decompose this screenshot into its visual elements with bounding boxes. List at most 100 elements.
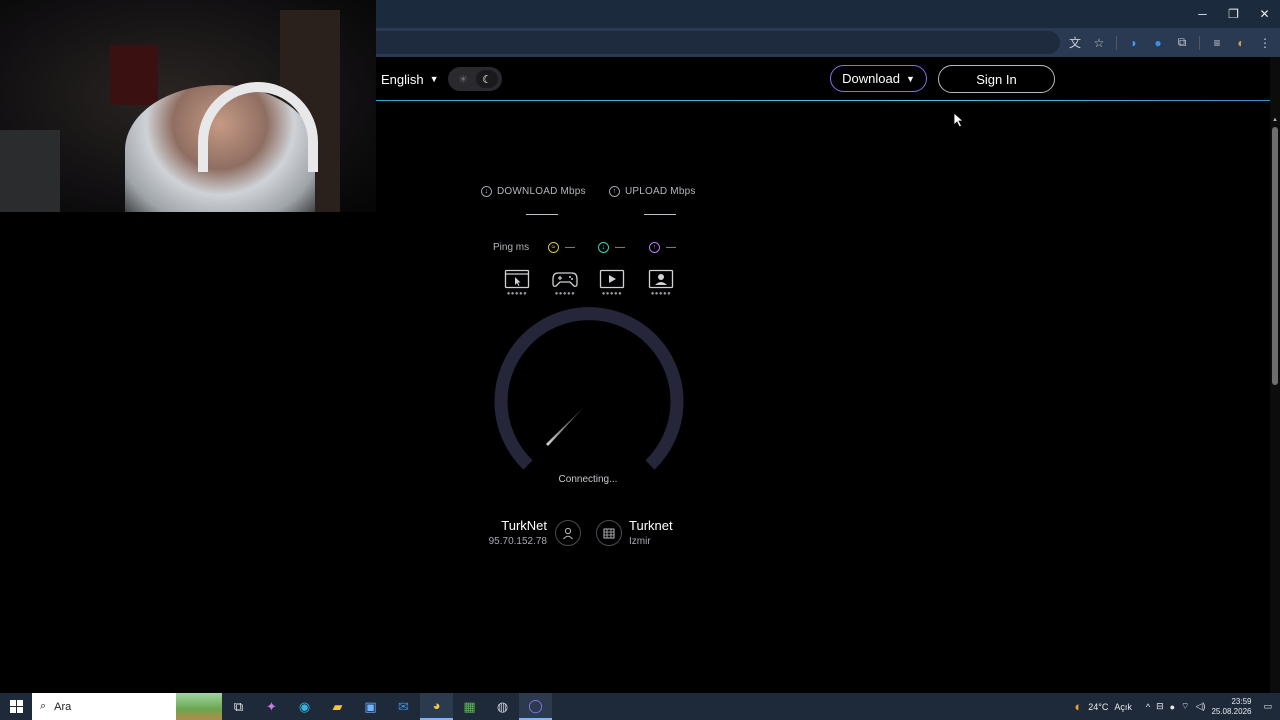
- browsing-rating: ●●●●●: [506, 291, 528, 297]
- mail-icon[interactable]: ✉: [387, 693, 420, 720]
- video-call-rating: ●●●●●: [650, 291, 672, 297]
- upload-arrow-icon: ↑: [609, 185, 620, 197]
- gauge-needle: [546, 402, 589, 446]
- ping-idle: ≈ —: [548, 240, 575, 254]
- sun-icon[interactable]: ☀: [452, 70, 474, 88]
- webcam-overlay: [0, 0, 376, 212]
- volume-icon[interactable]: ◁): [1196, 701, 1206, 712]
- search-placeholder: Ara: [54, 700, 72, 713]
- translate-icon[interactable]: 文: [1066, 34, 1084, 52]
- taskbar-clock[interactable]: 23:59 25.08.2026: [1211, 697, 1251, 717]
- chevron-down-icon: ▼: [429, 74, 439, 84]
- webcam-background-flag: [110, 45, 158, 105]
- mouse-cursor-icon: [953, 112, 965, 128]
- gauge-arc: [494, 307, 684, 470]
- download-button-label: Download: [842, 71, 900, 86]
- download-button[interactable]: Download ▼: [830, 65, 927, 92]
- ping-download-value: —: [615, 241, 625, 253]
- minimize-button[interactable]: ─: [1187, 0, 1218, 28]
- file-explorer-icon[interactable]: ▰: [321, 693, 354, 720]
- header-divider: [376, 100, 1270, 101]
- download-arrow-icon: ↓: [481, 185, 492, 197]
- download-ping-icon: ↓: [598, 241, 609, 253]
- notification-icon[interactable]: ▭: [1263, 701, 1272, 712]
- restore-button[interactable]: ❐: [1218, 0, 1249, 28]
- clock-date: 25.08.2026: [1211, 706, 1252, 716]
- extension-a-icon[interactable]: ◗: [1125, 34, 1143, 52]
- gaming-icon: [552, 269, 578, 289]
- weather-desc[interactable]: Açık: [1114, 702, 1132, 712]
- system-tray: ◐ 24°C Açık ^ ⊟ ● ⌔ ◁) 23:59 25.08.2026 …: [1074, 693, 1280, 720]
- network-device-icon[interactable]: ⊟: [1156, 701, 1164, 712]
- weather-icon[interactable]: ◐: [1074, 699, 1082, 714]
- minecraft-icon[interactable]: ▦: [453, 693, 486, 720]
- download-label: DOWNLOAD Mbps: [497, 185, 586, 197]
- more-icon[interactable]: ⋮: [1256, 34, 1274, 52]
- wifi-icon[interactable]: ⌔: [1181, 701, 1189, 712]
- upload-label: UPLOAD Mbps: [625, 185, 696, 197]
- app-ring-icon[interactable]: ◯: [519, 693, 552, 720]
- gaming-quality: ●●●●●: [551, 269, 579, 297]
- download-metric: ↓ DOWNLOAD Mbps: [481, 183, 586, 199]
- upload-metric: ↑ UPLOAD Mbps: [609, 183, 696, 199]
- chevron-down-icon: ▼: [905, 73, 915, 84]
- ping-upload: ↑ —: [649, 240, 676, 254]
- window-controls: ─ ❐ ✕: [1187, 0, 1280, 28]
- gaming-rating: ●●●●●: [554, 291, 576, 297]
- store-icon[interactable]: ▣: [354, 693, 387, 720]
- video-call-icon: [648, 269, 674, 289]
- chevron-up-icon[interactable]: ^: [1146, 702, 1150, 712]
- extension-icons: 文 ☆ ◗ ● ⧉ ≡ ◐ ⋮: [1066, 28, 1274, 57]
- video-call-quality: ●●●●●: [647, 269, 675, 297]
- steam-icon[interactable]: ◍: [486, 693, 519, 720]
- start-button[interactable]: [0, 693, 32, 720]
- upload-value-placeholder: [644, 214, 676, 215]
- streaming-quality: ●●●●●: [598, 269, 626, 297]
- taskbar-search[interactable]: ⌕ Ara: [32, 693, 222, 720]
- ping-upload-value: —: [666, 241, 676, 253]
- server-city: Izmir: [629, 536, 651, 547]
- ping-download: ↓ —: [598, 240, 625, 254]
- streaming-icon: [599, 269, 625, 289]
- moon-icon[interactable]: ☾: [476, 70, 498, 88]
- close-button[interactable]: ✕: [1249, 0, 1280, 28]
- puzzle-icon[interactable]: ⧉: [1173, 34, 1191, 52]
- streaming-rating: ●●●●●: [601, 291, 623, 297]
- scrollbar-thumb[interactable]: [1272, 127, 1278, 385]
- extension-b-icon[interactable]: ●: [1149, 34, 1167, 52]
- speed-gauge: [494, 307, 684, 470]
- ping-label: Ping ms: [493, 241, 530, 253]
- ping-idle-value: —: [565, 241, 575, 253]
- clock-time: 23:59: [1231, 696, 1252, 706]
- server-name[interactable]: Turknet: [629, 518, 673, 533]
- theme-toggle[interactable]: ☀ ☾: [448, 67, 502, 91]
- microphone-icon[interactable]: ●: [1170, 702, 1175, 712]
- idle-ping-icon: ≈: [548, 241, 559, 253]
- browsing-quality: ●●●●●: [503, 269, 531, 297]
- upload-ping-icon: ↑: [649, 241, 660, 253]
- windows-logo-icon: [9, 700, 23, 713]
- taskbar-apps: ⧉ ✦ ◉ ▰ ▣ ✉ ◕ ▦ ◍ ◯: [222, 693, 552, 720]
- edge-icon[interactable]: ◉: [288, 693, 321, 720]
- media-icon[interactable]: ≡: [1208, 34, 1226, 52]
- scroll-up-arrow-icon[interactable]: ▲: [1271, 116, 1279, 124]
- sign-in-button[interactable]: Sign In: [938, 65, 1055, 93]
- toolbar-divider: [1116, 35, 1117, 50]
- star-icon[interactable]: ☆: [1090, 34, 1108, 52]
- profile-icon[interactable]: ◐: [1232, 34, 1250, 52]
- windows-taskbar: ⌕ Ara ⧉ ✦ ◉ ▰ ▣ ✉ ◕ ▦ ◍ ◯ ◐ 24°C Açık ^ …: [0, 693, 1280, 720]
- task-view-icon[interactable]: ⧉: [222, 693, 255, 720]
- server-icon[interactable]: [596, 520, 622, 546]
- isp-ip-address: 95.70.152.78: [488, 536, 547, 547]
- toolbar-divider: [1199, 35, 1200, 50]
- language-selector[interactable]: English ▼: [381, 71, 439, 87]
- download-value-placeholder: [526, 214, 558, 215]
- user-icon: [555, 520, 581, 546]
- webcam-background-shelf: [0, 130, 60, 212]
- copilot-icon[interactable]: ✦: [255, 693, 288, 720]
- test-status: Connecting...: [558, 474, 618, 485]
- weather-temp[interactable]: 24°C: [1088, 702, 1108, 712]
- browsing-icon: [504, 269, 530, 289]
- page-scrollbar[interactable]: ▲ ▼: [1270, 57, 1280, 693]
- chrome-icon[interactable]: ◕: [420, 693, 453, 720]
